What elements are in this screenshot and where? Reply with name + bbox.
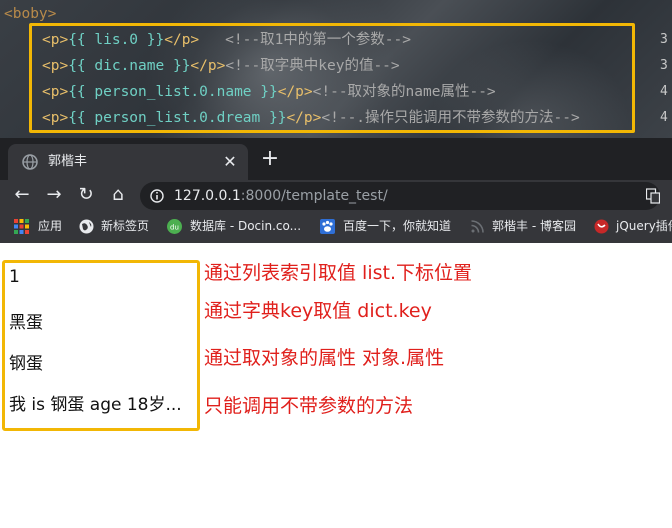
jquery-icon — [594, 219, 609, 234]
bookmark-cnblogs[interactable]: 郭楷丰 - 博客园 — [492, 210, 576, 243]
note-list-index: 通过列表索引取值 list.下标位置 — [204, 262, 472, 284]
browser-toolbar: ← → ↻ ⌂ 127.0.0.1:8000/template_test/ — [0, 180, 672, 210]
result-dict-key: 黑蛋 — [9, 313, 43, 333]
bookmark-baidu[interactable]: 百度一下，你就知道 — [343, 210, 451, 243]
bookmark-docin[interactable]: 数据库 - Docin.co... — [190, 210, 301, 243]
result-object-attr: 钢蛋 — [9, 354, 43, 374]
cnblogs-icon — [471, 220, 484, 233]
bookmark-jquery[interactable]: jQuery插件 — [616, 210, 672, 243]
bookmark-new-tab[interactable]: 新标签页 — [101, 210, 149, 243]
line-number: 3 — [660, 32, 668, 47]
info-icon[interactable] — [150, 189, 164, 203]
back-arrow-icon[interactable]: ← — [10, 183, 34, 207]
bookmarks-bar: 应用 新标签页 du 数据库 - Docin.co... 百度一下，你就知道 郭… — [0, 210, 672, 243]
url-text[interactable]: 127.0.0.1:8000/template_test/ — [174, 182, 388, 210]
code-highlight-box — [29, 23, 635, 133]
new-tab-button[interactable]: + — [258, 148, 282, 172]
page-content: 1 黑蛋 钢蛋 我 is 钢蛋 age 18岁... 通过列表索引取值 list… — [0, 243, 672, 528]
globe-icon — [22, 154, 38, 170]
home-icon[interactable]: ⌂ — [106, 183, 130, 207]
browser-tab[interactable]: 郭楷丰 ✕ — [8, 144, 248, 180]
line-number: 4 — [660, 84, 668, 99]
line-number-gutter: 3 3 4 4 — [658, 0, 672, 138]
apps-grid-icon — [14, 219, 29, 234]
reload-icon[interactable]: ↻ — [74, 183, 98, 207]
address-bar[interactable]: 127.0.0.1:8000/template_test/ — [140, 182, 660, 210]
note-method-call: 只能调用不带参数的方法 — [204, 395, 414, 417]
browser-tab-strip: 郭楷丰 ✕ + — [0, 138, 672, 180]
note-object-attr: 通过取对象的属性 对象.属性 — [204, 347, 445, 369]
line-number: 4 — [660, 110, 668, 125]
forward-arrow-icon[interactable]: → — [42, 183, 66, 207]
result-list-index: 1 — [9, 267, 20, 287]
line-number: 3 — [660, 58, 668, 73]
url-host: 127.0.0.1 — [174, 188, 241, 204]
svg-text:du: du — [170, 224, 179, 232]
close-icon[interactable]: ✕ — [220, 152, 240, 172]
result-method-call: 我 is 钢蛋 age 18岁... — [9, 395, 182, 415]
translate-icon[interactable] — [646, 188, 660, 204]
bookmark-apps[interactable]: 应用 — [38, 210, 62, 243]
docin-icon: du — [167, 219, 182, 234]
baidu-paw-icon — [320, 219, 335, 234]
code-prev-fragment: <boby> — [4, 6, 57, 22]
url-path: :8000/template_test/ — [240, 188, 388, 204]
tab-title: 郭楷丰 — [48, 154, 88, 169]
globe-icon — [79, 219, 94, 234]
note-dict-key: 通过字典key取值 dict.key — [204, 300, 432, 322]
code-editor: <boby> <p>{{ lis.0 }}</p> <!--取1中的第一个参数--… — [0, 0, 672, 138]
